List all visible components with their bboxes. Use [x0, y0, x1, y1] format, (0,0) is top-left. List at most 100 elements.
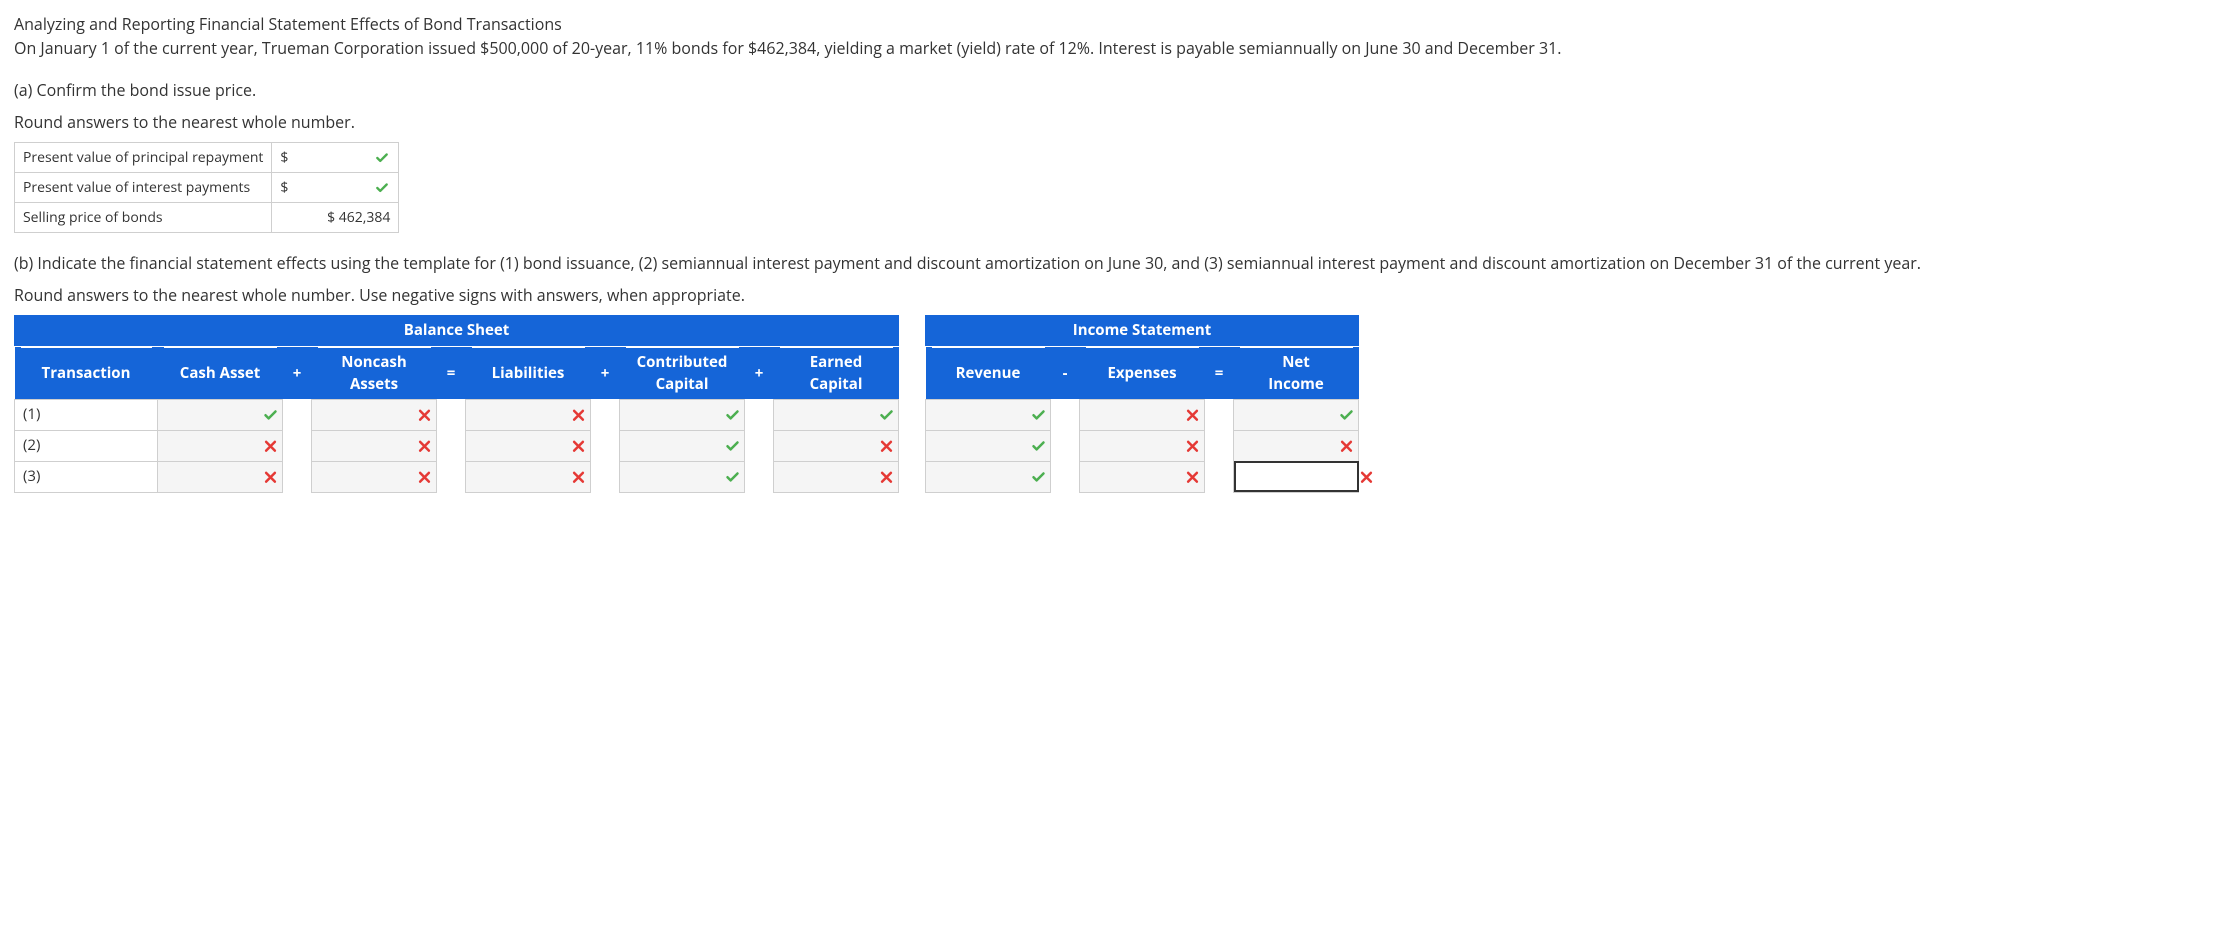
op-spacer: [745, 399, 774, 430]
cross-icon: [263, 470, 278, 485]
transaction-label: (1): [15, 399, 158, 430]
grade-cell[interactable]: [1080, 430, 1205, 461]
grade-cell[interactable]: [1234, 399, 1359, 430]
pv-table: Present value of principal repayment$Pre…: [14, 142, 399, 233]
grade-cell[interactable]: [1234, 430, 1359, 461]
pv-row-value[interactable]: $ 462,384: [272, 203, 399, 233]
pv-row-label: Present value of principal repayment: [15, 143, 272, 173]
op-eq: =: [437, 346, 466, 399]
op-spacer: [437, 430, 466, 461]
check-icon: [725, 439, 740, 454]
part-a-round-note: Round answers to the nearest whole numbe…: [14, 110, 2217, 134]
grade-cell[interactable]: [158, 461, 283, 492]
balance-sheet-table: Transaction Cash Asset + NoncashAssets =…: [14, 346, 899, 493]
pv-row: Present value of interest payments$: [15, 173, 399, 203]
grade-cell[interactable]: [158, 399, 283, 430]
cross-icon: [571, 439, 586, 454]
grade-cell[interactable]: [158, 430, 283, 461]
pv-row: Selling price of bonds$ 462,384: [15, 203, 399, 233]
op-minus: -: [1051, 346, 1080, 399]
part-a-prompt: (a) Confirm the bond issue price.: [14, 78, 2217, 102]
check-icon: [1031, 439, 1046, 454]
check-icon: [375, 151, 389, 165]
table-row: [926, 461, 1359, 492]
transaction-label: (2): [15, 430, 158, 461]
table-row: [926, 430, 1359, 461]
col-liabilities: Liabilities: [466, 346, 591, 399]
grade-cell[interactable]: [926, 461, 1051, 492]
check-icon: [375, 181, 389, 195]
op-spacer: [283, 461, 312, 492]
check-icon: [725, 408, 740, 423]
grade-cell[interactable]: [926, 399, 1051, 430]
cross-icon: [1185, 470, 1200, 485]
op-spacer: [1205, 430, 1234, 461]
problem-intro: On January 1 of the current year, Truema…: [14, 36, 2217, 60]
grade-cell[interactable]: [466, 399, 591, 430]
op-spacer: [591, 430, 620, 461]
col-cash-asset: Cash Asset: [158, 346, 283, 399]
cross-icon: [879, 470, 894, 485]
cross-icon: [417, 439, 432, 454]
pv-row-label: Present value of interest payments: [15, 173, 272, 203]
op-spacer: [437, 399, 466, 430]
pv-row-value[interactable]: $: [272, 173, 399, 203]
grade-cell[interactable]: [926, 430, 1051, 461]
check-icon: [1031, 408, 1046, 423]
op-spacer: [745, 461, 774, 492]
cross-icon: [571, 408, 586, 423]
op-eq: =: [1205, 346, 1234, 399]
op-spacer: [1205, 461, 1234, 492]
cross-icon: [263, 439, 278, 454]
op-plus: +: [745, 346, 774, 399]
grade-cell[interactable]: [1080, 399, 1205, 430]
col-earned-capital: EarnedCapital: [774, 346, 899, 399]
transaction-label: (3): [15, 461, 158, 492]
col-noncash-assets: NoncashAssets: [312, 346, 437, 399]
table-row: (3): [15, 461, 899, 492]
op-spacer: [1051, 461, 1080, 492]
grade-cell[interactable]: [1234, 461, 1359, 492]
op-spacer: [283, 399, 312, 430]
grade-cell[interactable]: [312, 430, 437, 461]
op-spacer: [283, 430, 312, 461]
op-plus: +: [283, 346, 312, 399]
part-b-prompt: (b) Indicate the financial statement eff…: [14, 251, 2217, 275]
op-plus: +: [591, 346, 620, 399]
grade-cell[interactable]: [312, 461, 437, 492]
income-statement-panel: Income Statement Revenue - Expenses = Ne…: [925, 315, 1359, 493]
table-row: (1): [15, 399, 899, 430]
grade-cell[interactable]: [774, 430, 899, 461]
check-icon: [1031, 470, 1046, 485]
cross-icon: [1185, 408, 1200, 423]
cross-icon: [571, 470, 586, 485]
op-spacer: [1205, 399, 1234, 430]
grade-cell[interactable]: [620, 430, 745, 461]
balance-sheet-header: Balance Sheet: [14, 315, 899, 346]
op-spacer: [591, 461, 620, 492]
grade-cell[interactable]: [466, 430, 591, 461]
part-b-round-note: Round answers to the nearest whole numbe…: [14, 283, 2217, 307]
grade-cell[interactable]: [620, 461, 745, 492]
op-spacer: [745, 430, 774, 461]
income-statement-table: Revenue - Expenses = NetIncome: [925, 346, 1359, 493]
cross-icon: [417, 408, 432, 423]
problem-title: Analyzing and Reporting Financial Statem…: [14, 12, 2217, 36]
grade-cell[interactable]: [774, 461, 899, 492]
income-statement-header: Income Statement: [925, 315, 1359, 346]
pv-row: Present value of principal repayment$: [15, 143, 399, 173]
col-expenses: Expenses: [1080, 346, 1205, 399]
grade-cell[interactable]: [466, 461, 591, 492]
check-icon: [725, 470, 740, 485]
cross-icon: [1185, 439, 1200, 454]
grade-cell[interactable]: [620, 399, 745, 430]
check-icon: [1339, 408, 1354, 423]
op-spacer: [591, 399, 620, 430]
pv-row-value[interactable]: $: [272, 143, 399, 173]
grade-cell[interactable]: [312, 399, 437, 430]
col-contributed-capital: ContributedCapital: [620, 346, 745, 399]
check-icon: [263, 408, 278, 423]
grade-cell[interactable]: [1080, 461, 1205, 492]
grade-cell[interactable]: [774, 399, 899, 430]
cross-icon: [1339, 439, 1354, 454]
